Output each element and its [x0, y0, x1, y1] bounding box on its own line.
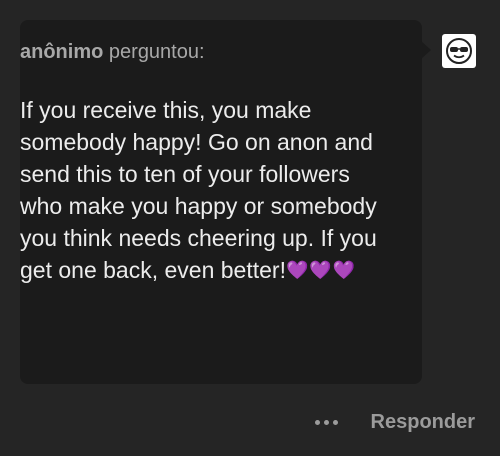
ask-card-pointer [421, 41, 431, 59]
more-dots-icon [332, 419, 338, 425]
ask-header: anônimo perguntou: [20, 40, 205, 64]
asked-verb: perguntou: [108, 41, 205, 63]
avatar[interactable] [442, 34, 476, 68]
more-options-button[interactable] [308, 404, 344, 440]
reply-button[interactable]: Responder [371, 404, 475, 440]
sunglasses-face-icon [446, 38, 472, 64]
more-dots-icon [314, 419, 320, 425]
purple-hearts-emoji: 💜💜💜 [285, 260, 357, 280]
ask-message: If you receive this, you make somebody h… [20, 94, 390, 286]
more-dots-icon [323, 419, 329, 425]
ask-message-text: If you receive this, you make somebody h… [20, 97, 377, 283]
asker-name: anônimo [20, 41, 104, 63]
ask-actions: Responder [0, 404, 500, 440]
